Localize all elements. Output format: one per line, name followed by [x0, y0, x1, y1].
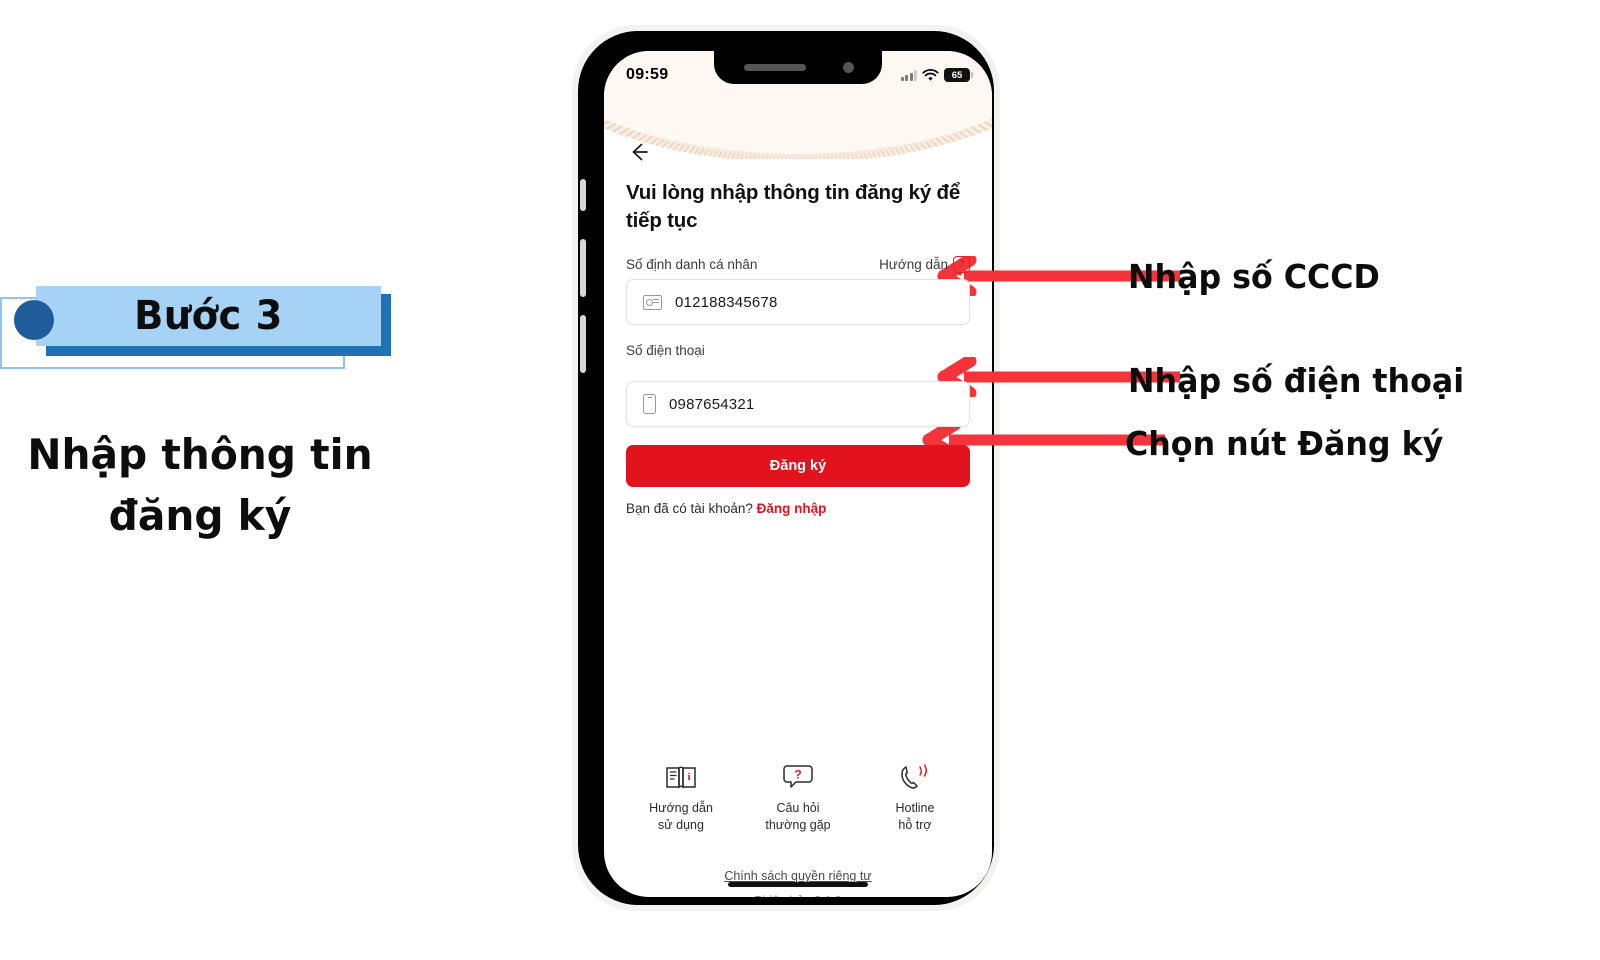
phone-number-input[interactable]: 0987654321: [626, 381, 970, 427]
register-button[interactable]: Đăng ký: [626, 445, 970, 487]
back-row: [604, 139, 992, 165]
login-prompt-row: Bạn đã có tài khoản? Đăng nhập: [626, 501, 970, 516]
privacy-policy-link[interactable]: Chính sách quyền riêng tư: [604, 869, 992, 883]
nav-item-user-guide[interactable]: i Hướng dẫn sử dụng: [626, 763, 736, 833]
nav-label-faq: Câu hỏi thường gặp: [765, 801, 831, 832]
svg-text:?: ?: [794, 768, 801, 782]
svg-text:i: i: [687, 771, 690, 783]
status-bar: 09:59 65: [604, 51, 992, 93]
phone-mute-switch[interactable]: [580, 179, 586, 211]
id-card-icon: [643, 294, 662, 310]
phone-volume-down-button[interactable]: [580, 315, 586, 373]
phone-screen: 09:59 65 Vui lòng nhập thông tin đăng ký…: [604, 51, 992, 897]
phone-number-value: 0987654321: [669, 395, 755, 413]
step-badge: Bước 3: [36, 286, 381, 346]
question-bubble-icon: ?: [783, 765, 813, 788]
login-link[interactable]: Đăng nhập: [757, 501, 827, 516]
annotation-label-1: Nhập số CCCD: [1128, 257, 1380, 296]
app-version-label: Phiên bản 2.1.9: [604, 894, 992, 897]
mobile-phone-icon: [643, 394, 656, 414]
phone-field-label-row: Số điện thoại: [626, 343, 970, 358]
footer-nav: i Hướng dẫnsử dụng ? Câu hỏithường gặp: [626, 763, 970, 833]
step-badge-label: Bước 3: [134, 293, 283, 339]
page-title: Vui lòng nhập thông tin đăng ký để tiếp …: [626, 181, 961, 233]
nav-label-hotline: Hotline hỗ trợ: [895, 801, 935, 832]
cellular-signal-icon: [900, 69, 917, 81]
back-arrow-icon[interactable]: [626, 139, 652, 165]
login-prompt-text: Bạn đã có tài khoản?: [626, 501, 757, 516]
phone-field-label: Số điện thoại: [626, 343, 705, 358]
guide-label: Hướng dẫn: [879, 257, 948, 272]
step-caption: Nhập thông tin đăng ký: [27, 430, 373, 540]
id-number-value: 012188345678: [675, 293, 778, 311]
annotation-label-3: Chọn nút Đăng ký: [1125, 424, 1444, 463]
wifi-icon: [922, 68, 939, 81]
status-bar-clock: 09:59: [626, 66, 669, 83]
nav-label-user-guide: Hướng dẫn sử dụng: [649, 801, 713, 832]
id-field-label-row: Số định danh cá nhân Hướng dẫn ?: [626, 256, 970, 276]
id-field-label: Số định danh cá nhân: [626, 257, 758, 272]
step-bullet-dot: [14, 300, 54, 340]
battery-indicator: 65: [944, 68, 973, 82]
annotation-label-2: Nhập số điện thoại: [1128, 361, 1465, 400]
phone-mockup: 09:59 65 Vui lòng nhập thông tin đăng ký…: [566, 25, 1006, 915]
nav-item-hotline[interactable]: Hotline hỗ trợ: [860, 763, 970, 833]
app-content: Vui lòng nhập thông tin đăng ký để tiếp …: [604, 51, 992, 897]
question-help-icon[interactable]: ?: [953, 256, 970, 276]
phone-volume-up-button[interactable]: [580, 239, 586, 297]
step-callout-panel: Bước 3 Nhập thông tin đăng ký: [0, 0, 470, 960]
phone-body: 09:59 65 Vui lòng nhập thông tin đăng ký…: [578, 31, 994, 905]
id-number-input[interactable]: 012188345678: [626, 279, 970, 325]
nav-item-faq[interactable]: ? Câu hỏi thường gặp: [743, 763, 853, 833]
home-indicator[interactable]: [728, 882, 868, 887]
guide-link[interactable]: Hướng dẫn ?: [879, 256, 970, 276]
open-book-info-icon: i: [666, 766, 696, 789]
phone-ringing-icon: [901, 764, 927, 789]
